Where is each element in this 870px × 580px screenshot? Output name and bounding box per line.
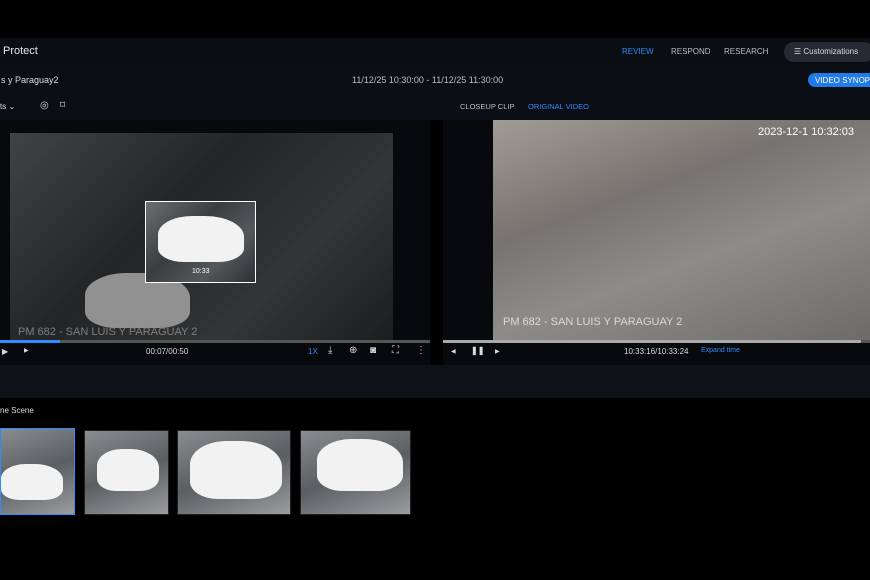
divider-band: [0, 365, 870, 398]
video-overlay-text: PM 682 - SAN LUIS Y PARAGUAY 2: [18, 326, 197, 338]
customizations-label: Customizations: [803, 47, 858, 56]
tab-closeup-clip[interactable]: CLOSEUP CLIP: [460, 102, 514, 111]
inset-time: 10:33: [192, 268, 210, 275]
prev-frame-icon[interactable]: ◀: [451, 348, 456, 355]
camera-name: s y Paraguay2: [1, 75, 59, 85]
left-progress-fill: [0, 340, 60, 343]
filter-dropdown[interactable]: ts ⌄: [0, 102, 15, 111]
scene-thumbnail[interactable]: [177, 430, 291, 515]
left-time: 00:07/00:50: [146, 347, 188, 356]
expand-time-link[interactable]: Expand time: [701, 347, 740, 354]
video-timestamp: 2023-12-1 10:32:03: [758, 126, 854, 138]
video-synopsis-button[interactable]: VIDEO SYNOP: [808, 73, 870, 87]
next-frame-icon[interactable]: ▶: [495, 348, 500, 355]
right-progress[interactable]: [443, 340, 870, 343]
more-icon[interactable]: ⋮: [416, 345, 426, 356]
speed-button[interactable]: 1X: [308, 347, 318, 356]
customizations-button[interactable]: ☰ Customizations: [784, 42, 870, 62]
app-title: Protect: [3, 45, 38, 57]
nav-research[interactable]: RESEARCH: [724, 47, 768, 56]
sliders-icon: ☰: [794, 47, 801, 56]
nav-respond[interactable]: RESPOND: [671, 47, 711, 56]
play-icon[interactable]: ▶: [2, 347, 8, 356]
download-icon[interactable]: ⤓: [328, 345, 332, 356]
bookmark-icon[interactable]: ⌑: [60, 100, 65, 111]
scene-thumbnail[interactable]: [300, 430, 411, 515]
video-overlay-text: PM 682 - SAN LUIS Y PARAGUAY 2: [503, 316, 682, 328]
pause-icon[interactable]: ❚❚: [471, 346, 484, 355]
tab-original-video[interactable]: ORIGINAL VIDEO: [528, 102, 589, 111]
scene-thumbnail[interactable]: [0, 428, 75, 515]
scene-thumbnail[interactable]: [84, 430, 169, 515]
zoom-in-icon[interactable]: ⊕: [349, 345, 357, 356]
chevron-down-icon: ⌄: [8, 102, 15, 111]
scene-title: ne Scene: [0, 406, 34, 415]
filter-label: ts: [0, 102, 6, 111]
left-progress[interactable]: [0, 340, 430, 343]
nav-review[interactable]: REVIEW: [622, 47, 654, 56]
right-progress-fill: [443, 340, 861, 343]
camera-icon[interactable]: ◙: [370, 345, 376, 356]
right-video[interactable]: 2023-12-1 10:32:03 PM 682 - SAN LUIS Y P…: [493, 120, 870, 340]
time-range: 11/12/25 10:30:00 - 11/12/25 11:30:00: [352, 75, 503, 85]
next-frame-icon[interactable]: ▶: [24, 347, 29, 354]
right-time: 10:33:16/10:33:24: [624, 347, 689, 356]
fullscreen-icon[interactable]: ⛶: [392, 345, 399, 356]
closeup-inset[interactable]: 10:33: [145, 201, 256, 283]
mask-icon[interactable]: ◎: [40, 100, 49, 111]
